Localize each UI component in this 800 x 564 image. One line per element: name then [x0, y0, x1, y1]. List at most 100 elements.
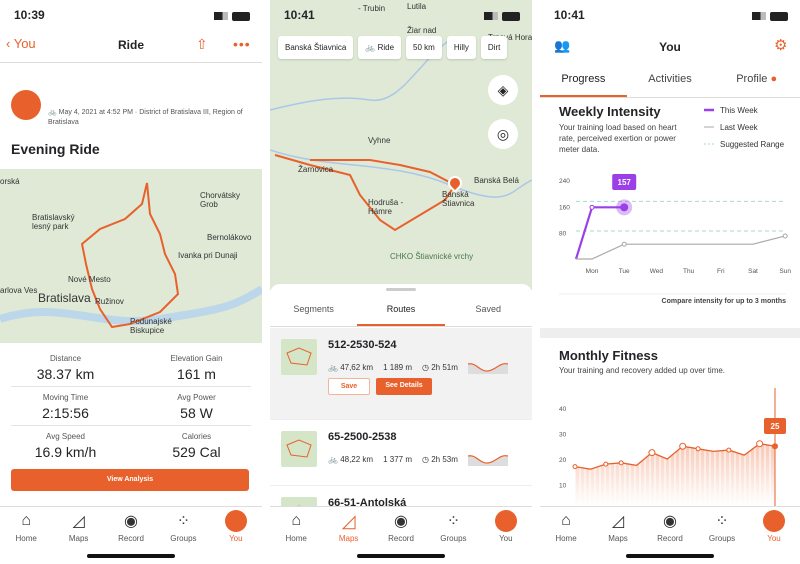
bike-icon: 🚲 47,62 km — [328, 362, 374, 372]
tab-segments[interactable]: Segments — [270, 304, 357, 326]
tab-you[interactable]: You — [748, 507, 800, 564]
home-icon: ⌂ — [561, 512, 571, 529]
legend-label: This Week — [720, 106, 759, 115]
map-label: Bratislavský lesný park — [32, 213, 75, 231]
data-point — [589, 204, 595, 210]
home-indicator — [87, 554, 175, 558]
routes-sheet: Segments Routes Saved 512-2530-524 🚲 47,62 … — [270, 284, 532, 552]
map-label: Banská Belá — [474, 176, 519, 185]
route-thumbnail — [281, 339, 317, 375]
layers-button[interactable]: ◈ — [488, 75, 518, 105]
route-thumbnail — [281, 431, 317, 467]
map-label: Žarnovica — [298, 165, 334, 174]
home-indicator — [626, 554, 714, 558]
x-tick-label: Tue — [619, 268, 630, 275]
activity-map[interactable]: orská Chorvátsky Grob Bratislavský lesný… — [0, 169, 262, 343]
legend-label: Last Week — [720, 123, 759, 132]
legend-label: Suggested Range — [720, 140, 785, 149]
elevation-profile — [467, 455, 508, 466]
avatar-icon — [748, 510, 800, 532]
activity-name: Evening Ride — [11, 141, 100, 157]
route-item[interactable]: 512-2530-524 🚲 47,62 km 1 189 m ◷ 2h 51m Sav… — [270, 328, 532, 420]
status-bar: 10:41 — [554, 8, 788, 24]
map-label: orská — [0, 177, 20, 186]
tab-saved[interactable]: Saved — [445, 304, 532, 326]
elevation-profile — [467, 363, 508, 374]
status-bar: 10:39 — [14, 8, 250, 24]
tab-home[interactable]: ⌂ Home — [0, 507, 52, 564]
y-tick-label: 240 — [559, 178, 570, 185]
avatar-icon — [210, 510, 262, 532]
you-progress-screen: 10:41 👥 You ⚙ Progress Activities Profile … — [540, 0, 800, 564]
map-label: Nové Mesto — [68, 275, 111, 284]
home-icon: ⌂ — [291, 512, 302, 529]
y-tick-label: 80 — [559, 231, 567, 238]
tab-home[interactable]: ⌂ Home — [270, 507, 322, 564]
tooltip-value: 157 — [618, 178, 632, 187]
surface-filter[interactable]: Dirt — [480, 36, 508, 59]
view-analysis-button[interactable]: View Analysis — [11, 469, 249, 491]
map-label: Hodruša - Hámre — [368, 198, 404, 216]
weekly-intensity-chart: This Week Last Week Suggested Range 80 160 24… — [559, 106, 791, 295]
record-icon: ◉ — [394, 513, 408, 530]
series-line-last-week — [576, 235, 786, 260]
y-tick-label: 160 — [559, 204, 570, 211]
sport-filter[interactable]: 🚲 Ride — [358, 36, 402, 59]
groups-icon: ⁘ — [715, 513, 729, 530]
map-label: CHKO Štiavnické vrchy — [390, 252, 474, 261]
distance-filter[interactable]: 50 km — [406, 36, 442, 59]
save-button[interactable]: Save — [328, 378, 370, 395]
data-point — [782, 233, 788, 239]
x-tick-label: Sun — [779, 268, 791, 275]
stat-distance: Distance 38.37 km — [36, 354, 95, 382]
map-label: Chorvátsky Grob — [200, 191, 241, 209]
clock-icon: ◷ 2h 51m — [422, 362, 458, 372]
maps-screen: - Trubin Lutila Žiar nad Trnavá Hora Vyh… — [270, 0, 532, 564]
stat-avg-power: Avg Power 58 W — [177, 393, 216, 421]
route-item[interactable]: 65-2500-2538 🚲 48,22 km 1 377 m ◷ 2h 53m — [270, 420, 532, 486]
location-filter[interactable]: Banská Štiavnica — [278, 36, 354, 59]
map-label: Žiar nad — [407, 26, 437, 35]
map-icon: ◿ — [72, 513, 85, 530]
record-icon: ◉ — [663, 513, 677, 530]
avatar-icon — [480, 510, 532, 532]
status-time: 10:39 — [14, 8, 45, 22]
series-line-this-week — [574, 206, 625, 260]
elevation-filter[interactable]: Hilly — [446, 36, 476, 59]
more-icon[interactable]: ••• — [233, 36, 251, 52]
x-tick-label: Mon — [586, 268, 599, 275]
x-tick-label: Thu — [683, 268, 695, 275]
clock-icon: ◷ 2h 53m — [422, 454, 458, 464]
tab-you[interactable]: You — [480, 507, 532, 564]
highlight-point — [620, 203, 629, 212]
map-label: arlova Ves — [0, 286, 38, 295]
tab-home[interactable]: ⌂ Home — [540, 507, 592, 564]
data-point — [621, 241, 627, 247]
home-indicator — [357, 554, 445, 558]
groups-icon: ⁘ — [176, 513, 191, 530]
x-tick-label: Sat — [748, 268, 758, 275]
map-label: Bratislava — [38, 291, 91, 305]
map-label: Banská Štiavnica — [442, 190, 475, 208]
sheet-handle[interactable] — [386, 288, 416, 291]
map-label: Podunajské Biskupice — [130, 317, 172, 335]
groups-icon: ⁘ — [446, 513, 461, 530]
stat-elevation-gain: Elevation Gain 161 m — [170, 354, 223, 382]
record-icon: ◉ — [124, 513, 138, 530]
x-tick-label: Fri — [717, 268, 725, 275]
bike-icon: 🚲 — [48, 109, 57, 116]
map-label: Vyhne — [368, 136, 391, 145]
tab-routes[interactable]: Routes — [357, 304, 445, 326]
ride-detail-screen: 10:39 ‹ You Ride ⇧ ••• 🚲 May 4, 2021 at … — [0, 0, 262, 564]
stat-moving-time: Moving Time 2:15:56 — [42, 393, 89, 421]
map-label: Ružinov — [95, 297, 124, 306]
share-icon[interactable]: ⇧ — [196, 36, 208, 53]
tab-you[interactable]: You — [210, 507, 262, 564]
avatar[interactable] — [11, 90, 41, 120]
status-bar: 10:41 — [284, 8, 520, 24]
see-details-button[interactable]: See Details — [376, 378, 432, 395]
map-icon: ◿ — [611, 513, 625, 530]
locate-button[interactable]: ◎ — [488, 119, 518, 149]
map-label: Ivanka pri Dunaji — [178, 251, 238, 260]
stat-calories: Calories 529 Cal — [172, 432, 221, 460]
